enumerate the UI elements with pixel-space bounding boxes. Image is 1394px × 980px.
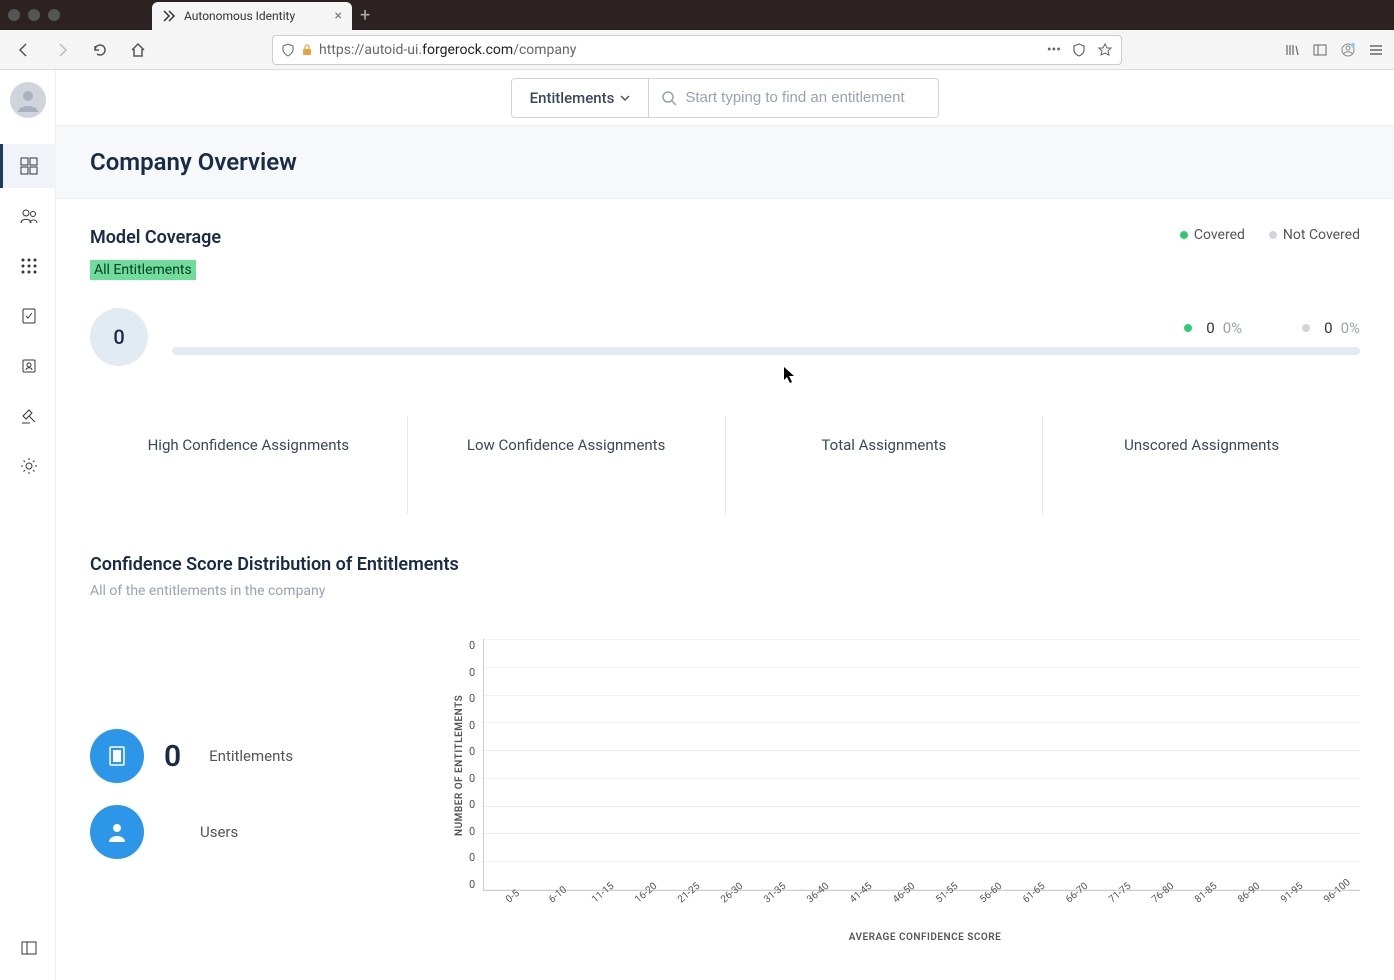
browser-titlebar: Autonomous Identity × + <box>0 0 1394 30</box>
not-covered-stat: 0 0% <box>1302 319 1360 337</box>
lock-icon <box>301 44 313 56</box>
y-axis-ticks: 0000000000 <box>469 639 483 891</box>
search-input[interactable] <box>685 89 926 106</box>
dot-notcovered-icon <box>1269 231 1277 239</box>
search-box[interactable] <box>649 78 939 118</box>
top-search-bar: Entitlements <box>56 70 1394 126</box>
distribution-subtitle: All of the entitlements in the company <box>90 583 1360 599</box>
coverage-filter-chip[interactable]: All Entitlements <box>90 260 196 280</box>
x-axis-ticks: 0-56-1011-1516-2021-2526-3031-3536-4041-… <box>498 897 1360 908</box>
tab-title: Autonomous Identity <box>184 9 327 23</box>
entitlements-summary: 0 Entitlements <box>90 729 420 783</box>
sidebar-item-identities[interactable] <box>0 194 56 238</box>
sidebar-item-certifications[interactable] <box>0 294 56 338</box>
grid-icon <box>20 257 38 275</box>
account-icon[interactable] <box>1340 42 1356 58</box>
dropdown-label: Entitlements <box>530 89 615 107</box>
covered-stat: 0 0% <box>1184 319 1242 337</box>
url-text: https://autoid-ui.forgerock.com/company <box>319 42 1041 58</box>
users-summary: Users <box>90 805 420 859</box>
search-type-dropdown[interactable]: Entitlements <box>511 78 650 118</box>
plot-area <box>483 639 1360 891</box>
users-icon <box>20 207 38 225</box>
gear-icon <box>20 457 38 475</box>
chevron-down-icon <box>620 93 630 103</box>
page-title: Company Overview <box>90 148 1360 176</box>
document-icon <box>90 729 144 783</box>
search-icon <box>661 90 677 106</box>
dashboard-icon <box>20 157 38 175</box>
y-axis-label: NUMBER OF ENTITLEMENTS <box>450 639 469 891</box>
sidebar-item-dashboard[interactable] <box>0 144 56 188</box>
new-tab-button[interactable]: + <box>360 5 370 26</box>
tab-favicon-icon <box>162 9 176 23</box>
reader-icon[interactable] <box>1071 42 1087 58</box>
gavel-icon <box>20 407 38 425</box>
tab-close-icon[interactable]: × <box>335 8 342 24</box>
browser-tab[interactable]: Autonomous Identity × <box>152 2 352 30</box>
stat-card-total: Total Assignments <box>726 416 1044 514</box>
distribution-title: Confidence Score Distribution of Entitle… <box>90 554 1360 575</box>
panel-icon <box>20 939 38 957</box>
clipboard-check-icon <box>20 307 38 325</box>
sidebar-item-settings[interactable] <box>0 444 56 488</box>
forward-button[interactable] <box>48 36 76 64</box>
menu-icon[interactable] <box>1368 42 1384 58</box>
reload-button[interactable] <box>86 36 114 64</box>
home-button[interactable] <box>124 36 152 64</box>
coverage-total-badge: 0 <box>90 308 148 366</box>
sidebar-item-collapse[interactable] <box>0 926 56 970</box>
sidebar-item-applications[interactable] <box>0 244 56 288</box>
stat-card-unscored: Unscored Assignments <box>1043 416 1360 514</box>
more-icon[interactable]: ••• <box>1047 42 1061 58</box>
sidebar-item-roles[interactable] <box>0 344 56 388</box>
badge-icon <box>20 357 38 375</box>
browser-toolbar: https://autoid-ui.forgerock.com/company … <box>0 30 1394 70</box>
avatar[interactable] <box>10 82 46 118</box>
bookmark-icon[interactable] <box>1097 42 1113 58</box>
coverage-title: Model Coverage <box>90 227 221 248</box>
coverage-legend: Covered Not Covered <box>1180 227 1360 243</box>
back-button[interactable] <box>10 36 38 64</box>
url-bar[interactable]: https://autoid-ui.forgerock.com/company … <box>272 35 1122 65</box>
window-close[interactable] <box>8 9 20 21</box>
sidebar-toggle-icon[interactable] <box>1312 42 1328 58</box>
library-icon[interactable] <box>1284 42 1300 58</box>
app-sidebar <box>0 70 56 980</box>
stat-card-low: Low Confidence Assignments <box>408 416 726 514</box>
main-content: Entitlements Company Overview Model Cove… <box>56 70 1394 980</box>
distribution-chart: NUMBER OF ENTITLEMENTS 0000000000 0-56-1… <box>450 639 1360 943</box>
window-maximize[interactable] <box>48 9 60 21</box>
coverage-bar <box>172 347 1360 355</box>
sidebar-item-rules[interactable] <box>0 394 56 438</box>
stat-card-high: High Confidence Assignments <box>90 416 408 514</box>
shield-icon <box>281 43 295 57</box>
x-axis-label: AVERAGE CONFIDENCE SCORE <box>490 932 1360 943</box>
user-icon <box>90 805 144 859</box>
dot-covered-icon <box>1180 231 1188 239</box>
window-minimize[interactable] <box>28 9 40 21</box>
